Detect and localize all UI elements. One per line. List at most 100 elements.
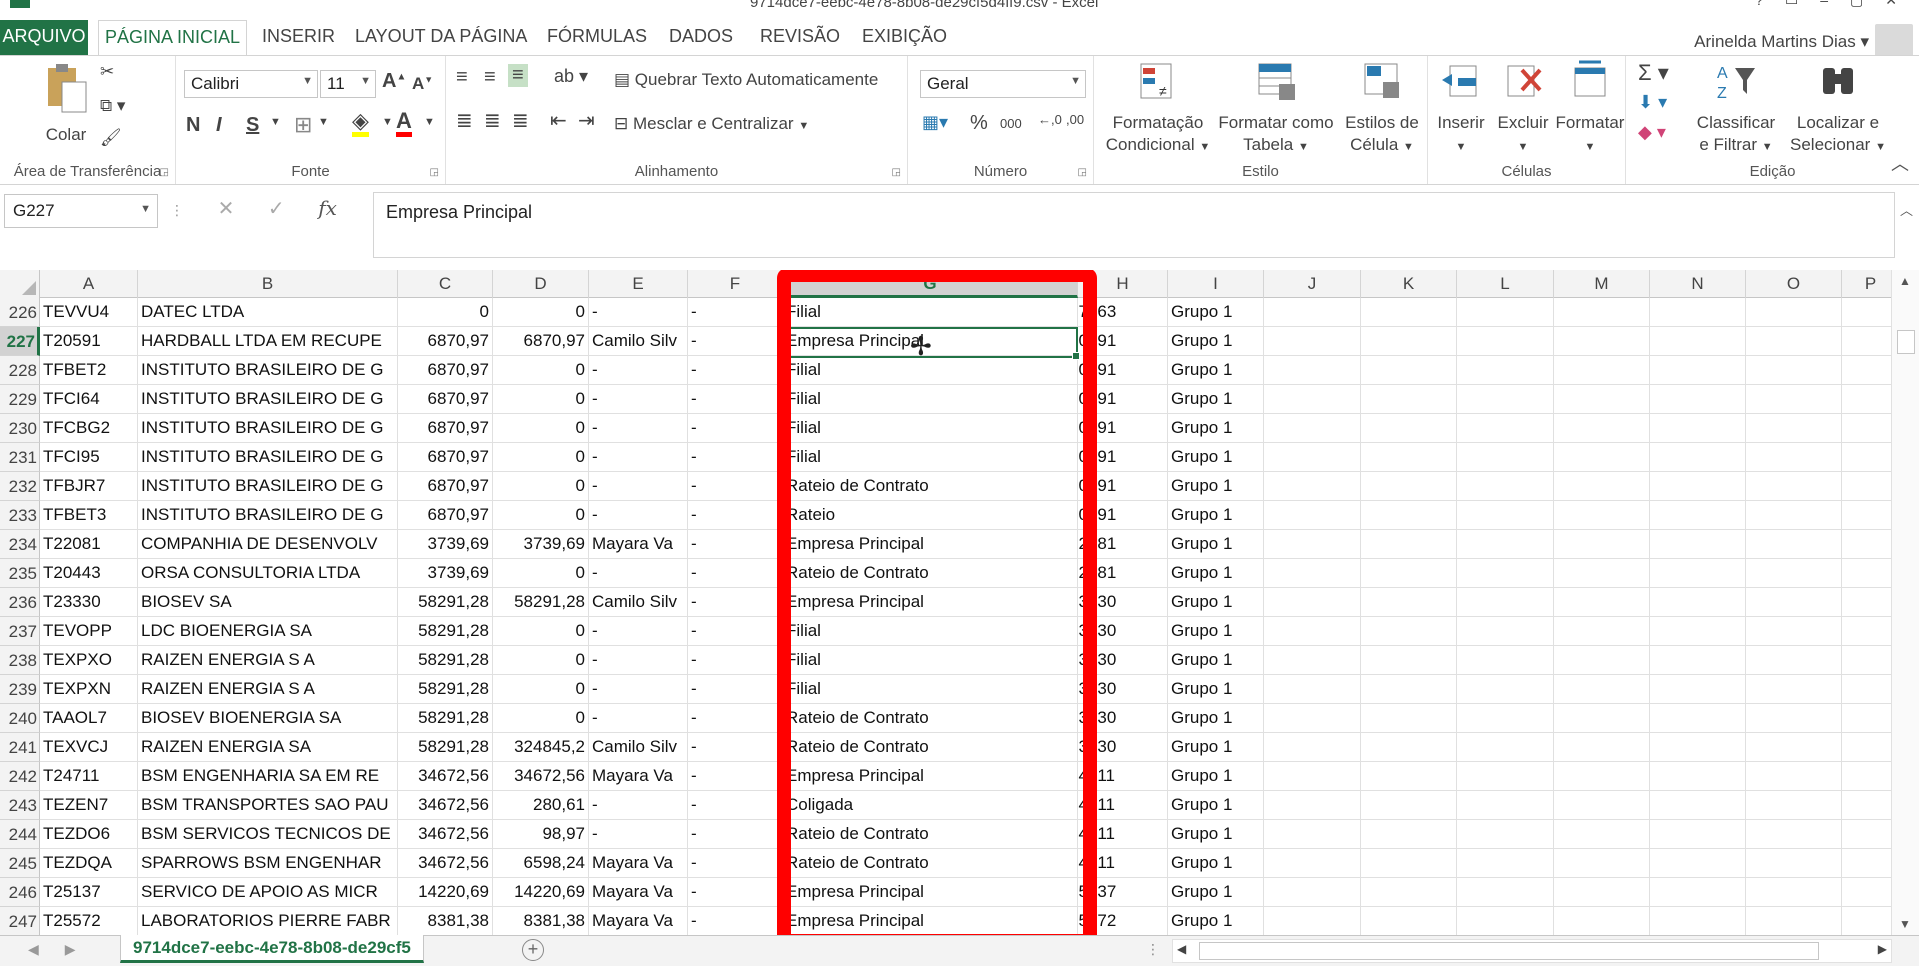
cell-e[interactable]: - — [589, 704, 688, 733]
cell-e[interactable]: Camilo Silv — [589, 733, 688, 762]
cell-j[interactable] — [1264, 385, 1361, 414]
cell-n[interactable] — [1650, 878, 1746, 907]
cell-n[interactable] — [1650, 675, 1746, 704]
alignment-launcher-icon[interactable]: ◲ — [892, 167, 901, 178]
cell-b[interactable]: INSTITUTO BRASILEIRO DE G — [138, 501, 398, 530]
cell-m[interactable] — [1554, 472, 1650, 501]
cell-l[interactable] — [1457, 472, 1554, 501]
conditional-formatting-button[interactable]: ≠ Formatação Condicional ▼ — [1102, 60, 1214, 158]
cell-n[interactable] — [1650, 791, 1746, 820]
cell-f[interactable]: - — [688, 675, 783, 704]
cell-i[interactable]: Grupo 1 — [1168, 878, 1264, 907]
cell-m[interactable] — [1554, 356, 1650, 385]
cell-l[interactable] — [1457, 907, 1554, 935]
cell-e[interactable]: - — [589, 356, 688, 385]
row-header[interactable]: 238 — [0, 646, 40, 675]
format-cells-button[interactable]: Formatar ▼ — [1554, 60, 1626, 158]
cell-i[interactable]: Grupo 1 — [1168, 617, 1264, 646]
cell-b[interactable]: SERVICO DE APOIO AS MICR — [138, 878, 398, 907]
merge-center-button[interactable]: ⊟ Mesclar e Centralizar ▼ — [614, 114, 809, 134]
cell-l[interactable] — [1457, 704, 1554, 733]
cell-g[interactable]: Filial — [783, 385, 1078, 414]
cell-i[interactable]: Grupo 1 — [1168, 501, 1264, 530]
cell-h[interactable]: 20591 — [1078, 443, 1168, 472]
cell-n[interactable] — [1650, 327, 1746, 356]
cell-e[interactable]: Mayara Va — [589, 878, 688, 907]
column-header-c[interactable]: C — [398, 270, 493, 298]
cell-j[interactable] — [1264, 472, 1361, 501]
cell-j[interactable] — [1264, 820, 1361, 849]
cell-i[interactable]: Grupo 1 — [1168, 849, 1264, 878]
cell-b[interactable]: HARDBALL LTDA EM RECUPE — [138, 327, 398, 356]
cell-j[interactable] — [1264, 762, 1361, 791]
scroll-thumb[interactable] — [1897, 330, 1915, 354]
cell-o[interactable] — [1746, 704, 1842, 733]
cell-m[interactable] — [1554, 617, 1650, 646]
row-header[interactable]: 234 — [0, 530, 40, 559]
align-right-icon[interactable]: ≣ — [512, 108, 529, 133]
cell-j[interactable] — [1264, 588, 1361, 617]
cell-k[interactable] — [1361, 820, 1457, 849]
cell-d[interactable]: 0 — [493, 617, 589, 646]
cell-l[interactable] — [1457, 762, 1554, 791]
column-header-o[interactable]: O — [1746, 270, 1842, 298]
cell-k[interactable] — [1361, 530, 1457, 559]
shrink-font-icon[interactable]: A▼ — [412, 74, 433, 94]
cell-o[interactable] — [1746, 617, 1842, 646]
cell-b[interactable]: SPARROWS BSM ENGENHAR — [138, 849, 398, 878]
cell-o[interactable] — [1746, 588, 1842, 617]
tab-arquivo[interactable]: ARQUIVO — [0, 20, 88, 55]
cell-k[interactable] — [1361, 849, 1457, 878]
cell-k[interactable] — [1361, 327, 1457, 356]
bold-button[interactable]: N — [186, 114, 200, 137]
cell-h[interactable]: 23330 — [1078, 704, 1168, 733]
row-header[interactable]: 245 — [0, 849, 40, 878]
cell-a[interactable]: TFCBG2 — [40, 414, 138, 443]
cancel-icon[interactable]: ✕ — [218, 196, 235, 221]
cell-b[interactable]: INSTITUTO BRASILEIRO DE G — [138, 414, 398, 443]
tab-layout-da-pagina[interactable]: LAYOUT DA PÁGINA — [349, 20, 533, 55]
find-select-button[interactable]: Localizar e Selecionar ▼ — [1788, 60, 1888, 158]
cell-m[interactable] — [1554, 675, 1650, 704]
cell-i[interactable]: Grupo 1 — [1168, 385, 1264, 414]
font-name-select[interactable]: Calibri ▼ — [184, 70, 318, 98]
vertical-scrollbar[interactable]: ▲ ▼ — [1891, 270, 1919, 935]
cell-d[interactable]: 0 — [493, 646, 589, 675]
cell-l[interactable] — [1457, 588, 1554, 617]
cell-e[interactable]: - — [589, 443, 688, 472]
cell-f[interactable]: - — [688, 530, 783, 559]
cell-a[interactable]: TFCI95 — [40, 443, 138, 472]
tab-pagina-inicial[interactable]: PÁGINA INICIAL — [98, 20, 248, 56]
cell-m[interactable] — [1554, 559, 1650, 588]
cell-d[interactable]: 324845,2 — [493, 733, 589, 762]
spreadsheet-grid[interactable]: ABCDEFGHIJKLMNOP 226 TEVVU4 DATEC LTDA 0 0- -… — [0, 270, 1900, 935]
cell-m[interactable] — [1554, 327, 1650, 356]
borders-icon[interactable]: ⊞ — [294, 112, 312, 138]
cell-i[interactable]: Grupo 1 — [1168, 356, 1264, 385]
cell-k[interactable] — [1361, 878, 1457, 907]
cell-o[interactable] — [1746, 878, 1842, 907]
cell-e[interactable]: - — [589, 472, 688, 501]
cell-m[interactable] — [1554, 298, 1650, 327]
horizontal-scrollbar[interactable]: ◀ ▶ — [1172, 939, 1892, 963]
cell-d[interactable]: 0 — [493, 356, 589, 385]
cell-b[interactable]: INSTITUTO BRASILEIRO DE G — [138, 472, 398, 501]
cell-a[interactable]: TEVVU4 — [40, 298, 138, 327]
font-color-icon[interactable]: A — [396, 110, 412, 137]
cell-b[interactable]: BSM SERVICOS TECNICOS DE — [138, 820, 398, 849]
row-header[interactable]: 227 — [0, 327, 40, 356]
window-controls[interactable]: ?▭–▢✕ — [1755, 0, 1919, 9]
cell-i[interactable]: Grupo 1 — [1168, 791, 1264, 820]
cell-g[interactable]: Rateio de Contrato — [783, 704, 1078, 733]
sort-filter-button[interactable]: AZ Classificar e Filtrar ▼ — [1684, 60, 1788, 158]
cell-h[interactable]: 23330 — [1078, 617, 1168, 646]
cell-h[interactable]: 23330 — [1078, 733, 1168, 762]
cell-h[interactable]: 24711 — [1078, 849, 1168, 878]
cell-d[interactable]: 0 — [493, 501, 589, 530]
cell-k[interactable] — [1361, 762, 1457, 791]
cell-d[interactable]: 0 — [493, 385, 589, 414]
column-header-b[interactable]: B — [138, 270, 398, 298]
row-header[interactable]: 232 — [0, 472, 40, 501]
cell-o[interactable] — [1746, 762, 1842, 791]
column-header-m[interactable]: M — [1554, 270, 1650, 298]
